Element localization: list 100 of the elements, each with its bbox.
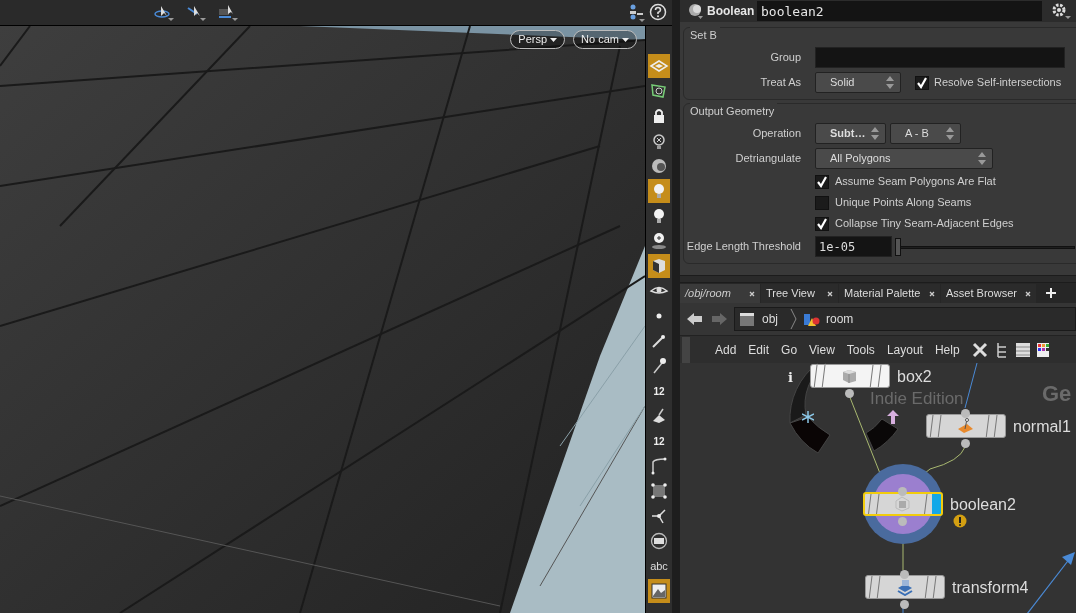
list-icon[interactable]: [1014, 341, 1031, 358]
panel-tab[interactable]: Tree View: [761, 284, 838, 303]
dropdown-menu[interactable]: All Polygons: [815, 148, 993, 169]
text-tool[interactable]: abc: [648, 554, 670, 578]
arrow-drawing: [1026, 549, 1076, 613]
network-node[interactable]: [863, 492, 943, 516]
network-node[interactable]: [865, 575, 945, 599]
checkbox-label: Unique Points Along Seams: [835, 195, 972, 211]
menu-item[interactable]: Add: [710, 340, 742, 359]
checkbox[interactable]: [815, 195, 829, 210]
normal-plane-icon: [957, 417, 975, 435]
checkbox[interactable]: [815, 216, 829, 231]
dropdown-menu[interactable]: Subt…: [815, 123, 886, 144]
panel-tab[interactable]: Material Palette: [839, 284, 940, 303]
checkbox-label: Assume Seam Polygons Are Flat: [835, 174, 996, 190]
group-field[interactable]: [815, 47, 1065, 68]
help-icon[interactable]: [649, 3, 667, 21]
camera-menu[interactable]: No cam: [573, 30, 637, 49]
menu-item[interactable]: Help: [929, 340, 965, 359]
menu-item[interactable]: Edit: [743, 340, 775, 359]
node-connector[interactable]: [961, 409, 970, 418]
breadcrumb-separator-icon: [790, 309, 797, 329]
node-connector[interactable]: [961, 439, 970, 448]
node-label: box2: [897, 367, 932, 387]
scroll-handle[interactable]: [682, 336, 690, 363]
tree-icon[interactable]: [994, 340, 1009, 359]
checkbox-label: Resolve Self-intersections: [934, 75, 1062, 91]
parameter-label: Operation: [751, 126, 802, 142]
value-field[interactable]: 1e-05: [815, 236, 892, 257]
point-number-tool[interactable]: 12: [648, 429, 670, 453]
dropdown-menu[interactable]: A - B: [890, 123, 961, 144]
panel-tab[interactable]: /obj/room: [680, 284, 760, 303]
checkbox[interactable]: [915, 75, 929, 90]
wire: [964, 363, 978, 409]
parameter-label: Treat As: [759, 75, 802, 91]
node-name-field[interactable]: boolean2: [757, 1, 1042, 21]
menu-item[interactable]: Tools: [841, 340, 880, 359]
spinner-arrows-icon: [871, 127, 879, 140]
node-label: normal1: [1013, 417, 1071, 437]
node-connector[interactable]: [845, 389, 854, 398]
wire-frame-icon: [649, 81, 669, 101]
panel-tab[interactable]: Asset Browser: [941, 284, 1036, 303]
curve-icon: [649, 456, 669, 476]
clapboard-icon: [739, 310, 756, 328]
breadcrumb[interactable]: room: [826, 310, 854, 328]
menu-item[interactable]: Go: [776, 340, 803, 359]
node-connector[interactable]: [898, 487, 907, 496]
menu-item[interactable]: Layout: [881, 340, 928, 359]
axes-icon: [649, 506, 669, 526]
parameter-label: Group: [769, 50, 802, 66]
close-icon[interactable]: [827, 290, 833, 297]
node-connector[interactable]: [900, 600, 909, 609]
parameter-label: Detriangulate: [734, 151, 802, 167]
rotate-handle-icon[interactable]: [153, 4, 175, 22]
gear-icon[interactable]: [1050, 1, 1072, 21]
snowflake-icon[interactable]: [802, 411, 814, 423]
checkbox[interactable]: [815, 174, 829, 189]
slider-track[interactable]: [895, 237, 1075, 256]
close-icon[interactable]: [929, 290, 935, 297]
network-node[interactable]: [810, 364, 890, 388]
spinner-arrows-icon: [946, 127, 954, 140]
node-type-label: Boolean: [707, 3, 756, 20]
pointer-icon[interactable]: [185, 4, 207, 22]
dropdown-menu[interactable]: Solid: [815, 72, 901, 93]
slider-thumb[interactable]: [895, 237, 901, 256]
breadcrumb[interactable]: obj: [762, 310, 778, 328]
warning-icon[interactable]: [953, 514, 967, 528]
point-number-tool[interactable]: 12: [648, 379, 670, 403]
camera-menu[interactable]: Persp: [510, 30, 566, 49]
group-title: Output Geometry: [690, 103, 778, 120]
sphere-icon: [649, 156, 669, 176]
network-node[interactable]: [926, 414, 1006, 438]
close-icon[interactable]: [749, 290, 755, 297]
transform-icon: [896, 578, 914, 596]
spinner-arrows-icon: [886, 76, 894, 89]
square-points-icon: [649, 481, 669, 501]
menu-item[interactable]: View: [804, 340, 840, 359]
up-arrow-icon[interactable]: [887, 410, 899, 424]
checkbox-label: Collapse Tiny Seam-Adjacent Edges: [835, 216, 1014, 232]
node-connector[interactable]: [900, 570, 909, 579]
color-palette-icon[interactable]: [1036, 342, 1049, 357]
image-frame-icon: [649, 581, 669, 601]
node-label: transform4: [952, 578, 1029, 598]
node-label: boolean2: [950, 495, 1016, 515]
caret-icon: [550, 37, 558, 42]
light-base-icon: [649, 231, 669, 251]
node-type-icon[interactable]: [686, 2, 706, 20]
tools-icon[interactable]: [970, 340, 989, 359]
cube-icon: [841, 367, 859, 385]
camera-handle-icon[interactable]: [217, 4, 239, 22]
info-button[interactable]: i: [788, 368, 793, 388]
toolbar-button[interactable]: [648, 254, 670, 278]
circle-icon: [649, 531, 669, 551]
close-icon[interactable]: [1025, 290, 1031, 297]
back-arrow-icon[interactable]: [686, 311, 704, 327]
caret-icon: [622, 37, 629, 42]
node-connector[interactable]: [898, 517, 907, 526]
add-tab-icon[interactable]: [1045, 287, 1057, 299]
spinner-arrows-icon: [978, 152, 986, 165]
toolbar-button[interactable]: [648, 579, 670, 603]
